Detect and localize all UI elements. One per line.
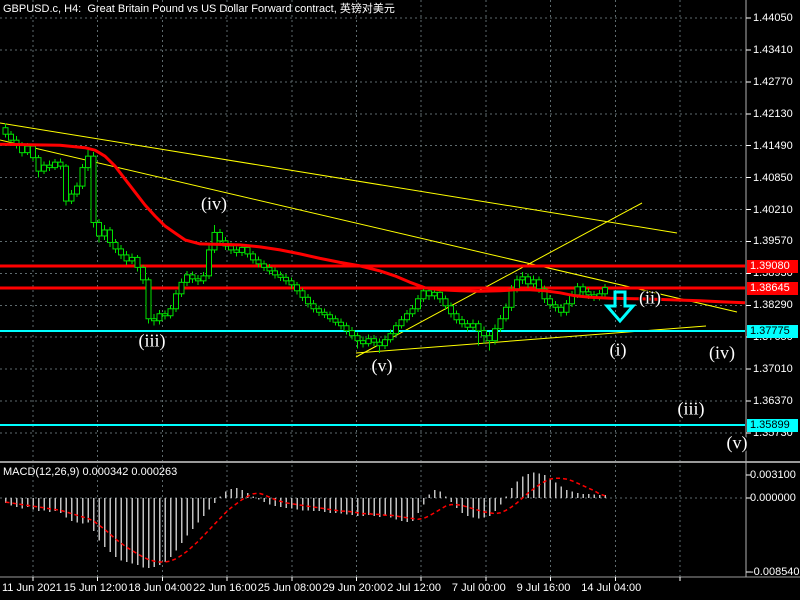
terminal-chart-window: GBPUSD.c, H4: Great Britain Pound vs US … [0,0,800,600]
time-tick-label[interactable]: 18 Jun 04:00 [128,582,192,595]
time-tick-label[interactable]: 29 Jun 20:00 [323,582,387,595]
macd-tick-label: 0.003100 [750,469,796,481]
price-tick-label: 1.42130 [753,107,793,120]
macd-indicator-label: MACD(12,26,9) 0.000342 0.000263 [3,466,178,478]
elliott-wave-label[interactable]: (ii) [639,288,661,309]
elliott-wave-label[interactable]: (v) [727,433,748,454]
macd-tick-label: -0.008540 [750,566,800,578]
elliott-wave-label[interactable]: (iii) [678,399,705,420]
price-tick-label: 1.44050 [753,12,793,24]
price-tick-label: 1.40210 [753,203,793,216]
price-tick-label: 1.37010 [753,363,793,376]
time-tick-label[interactable]: 2 Jul 12:00 [387,582,441,595]
elliott-wave-label[interactable]: (v) [372,356,393,377]
macd-tick-label: 0.000000 [750,492,796,504]
time-tick-label[interactable]: 9 Jul 16:00 [517,582,571,595]
price-level-badge: 1.39080 [747,260,798,273]
price-level-badge: 1.37775 [747,325,798,338]
time-tick-label[interactable]: 15 Jun 12:00 [64,582,128,595]
elliott-wave-label[interactable]: (i) [610,340,627,361]
time-tick-label[interactable]: 25 Jun 08:00 [258,582,322,595]
chart-title: GBPUSD.c, H4: Great Britain Pound vs US … [3,3,395,15]
elliott-wave-label[interactable]: (iv) [709,343,735,364]
price-tick-label: 1.40850 [753,171,793,184]
price-tick-label: 1.36370 [753,395,793,408]
price-level-badge: 1.38645 [747,282,798,295]
price-tick-label: 1.38290 [753,299,793,312]
time-tick-label[interactable]: 14 Jul 04:00 [581,582,641,595]
time-tick-label[interactable]: 11 Jun 2021 [2,582,62,595]
chart-canvas[interactable] [0,0,800,600]
elliott-wave-label[interactable]: (iv) [201,194,227,215]
price-tick-label: 1.43410 [753,43,793,56]
elliott-wave-label[interactable]: (iii) [139,331,166,352]
time-tick-label[interactable]: 7 Jul 00:00 [452,582,506,595]
price-tick-label: 1.39570 [753,235,793,248]
price-tick-label: 1.41490 [753,139,793,152]
time-tick-label[interactable]: 22 Jun 16:00 [193,582,257,595]
price-tick-label: 1.42770 [753,75,793,88]
sell-arrow-icon [603,290,637,324]
price-level-badge: 1.35899 [747,419,798,432]
